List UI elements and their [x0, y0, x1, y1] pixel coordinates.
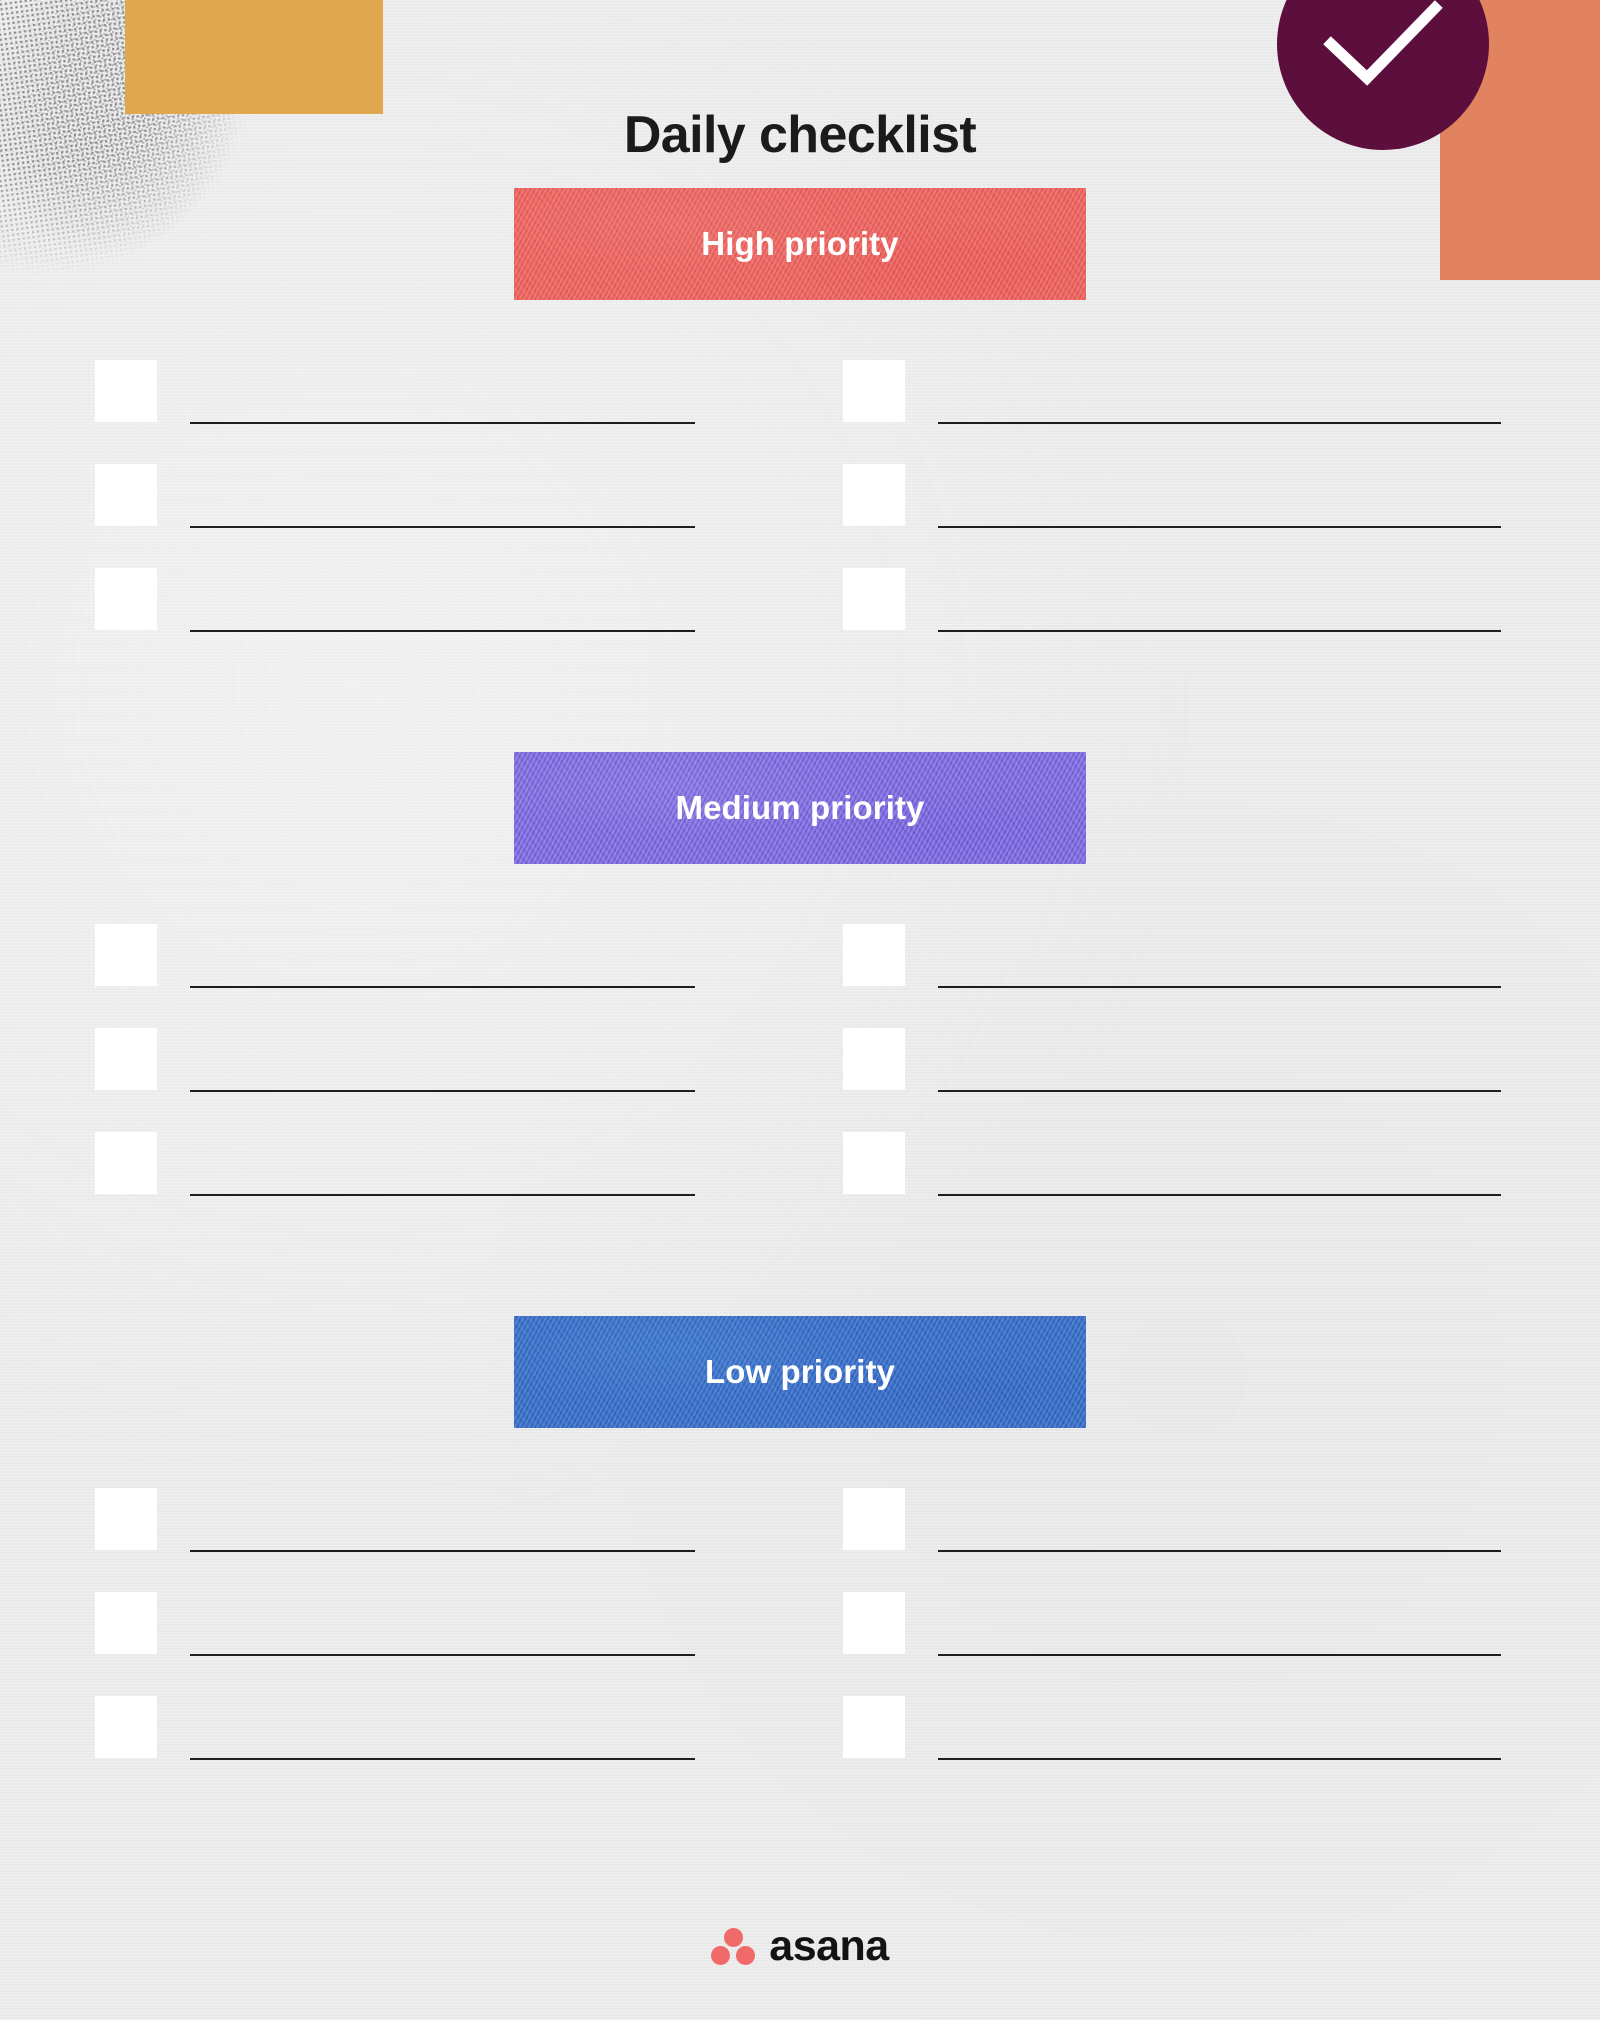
checkbox[interactable] — [843, 1488, 905, 1550]
checkbox[interactable] — [95, 360, 157, 422]
list-item[interactable] — [843, 1022, 1501, 1126]
checklist-column-left — [95, 354, 695, 666]
write-in-line[interactable] — [190, 526, 695, 528]
asana-wordmark: asana — [769, 1922, 889, 1970]
checklist-page: Daily checklist High priority Medium pri… — [0, 0, 1600, 2020]
checklist-column-left — [95, 1482, 695, 1794]
list-item[interactable] — [95, 1482, 695, 1586]
checkbox[interactable] — [95, 1028, 157, 1090]
write-in-line[interactable] — [190, 1550, 695, 1552]
write-in-line[interactable] — [938, 1090, 1501, 1092]
write-in-line[interactable] — [938, 1194, 1501, 1196]
write-in-line[interactable] — [190, 1654, 695, 1656]
list-item[interactable] — [843, 1482, 1501, 1586]
list-item[interactable] — [95, 1022, 695, 1126]
write-in-line[interactable] — [190, 422, 695, 424]
write-in-line[interactable] — [938, 1550, 1501, 1552]
asana-logo-dot-bottom-left — [711, 1945, 731, 1965]
checkbox[interactable] — [95, 1132, 157, 1194]
checklist-rows-low — [0, 1482, 1600, 1794]
banner-label: Medium priority — [675, 789, 925, 826]
checkbox[interactable] — [843, 924, 905, 986]
banner-low-priority: Low priority — [514, 1316, 1086, 1428]
write-in-line[interactable] — [938, 630, 1501, 632]
checkbox[interactable] — [843, 1132, 905, 1194]
list-item[interactable] — [95, 1126, 695, 1230]
list-item[interactable] — [843, 1690, 1501, 1794]
checkbox[interactable] — [843, 1696, 905, 1758]
section-medium-priority: Medium priority — [0, 752, 1600, 1230]
checkbox[interactable] — [95, 924, 157, 986]
footer-brand: asana — [0, 1925, 1600, 1968]
write-in-line[interactable] — [938, 422, 1501, 424]
checklist-rows-medium — [0, 918, 1600, 1230]
asana-logo-icon — [711, 1927, 756, 1966]
asana-logo-dot-top — [723, 1927, 743, 1947]
checkbox[interactable] — [843, 464, 905, 526]
page-title: Daily checklist — [623, 105, 977, 164]
write-in-line[interactable] — [938, 986, 1501, 988]
section-low-priority: Low priority — [0, 1316, 1600, 1794]
list-item[interactable] — [95, 1690, 695, 1794]
asana-logo-dot-bottom-right — [736, 1945, 756, 1965]
write-in-line[interactable] — [190, 1758, 695, 1760]
banner-medium-priority: Medium priority — [514, 752, 1086, 864]
checklist-column-left — [95, 918, 695, 1230]
banner-label: Low priority — [704, 1353, 896, 1390]
checkbox[interactable] — [95, 568, 157, 630]
list-item[interactable] — [95, 458, 695, 562]
list-item[interactable] — [843, 458, 1501, 562]
checklist-rows-high — [0, 354, 1600, 666]
banner-label: High priority — [701, 225, 899, 262]
checkmark-icon — [1323, 0, 1443, 86]
list-item[interactable] — [843, 354, 1501, 458]
list-item[interactable] — [843, 918, 1501, 1022]
checkbox[interactable] — [843, 1028, 905, 1090]
mustard-rectangle-decoration — [125, 0, 383, 114]
write-in-line[interactable] — [190, 630, 695, 632]
checkbox[interactable] — [95, 1592, 157, 1654]
checklist-column-right — [843, 354, 1501, 666]
write-in-line[interactable] — [190, 986, 695, 988]
write-in-line[interactable] — [938, 1758, 1501, 1760]
list-item[interactable] — [95, 354, 695, 458]
list-item[interactable] — [95, 562, 695, 666]
list-item[interactable] — [843, 562, 1501, 666]
checkbox[interactable] — [843, 568, 905, 630]
checkbox[interactable] — [95, 464, 157, 526]
banner-high-priority: High priority — [514, 188, 1086, 300]
write-in-line[interactable] — [190, 1194, 695, 1196]
list-item[interactable] — [843, 1586, 1501, 1690]
checklist-column-right — [843, 1482, 1501, 1794]
checkbox[interactable] — [95, 1696, 157, 1758]
list-item[interactable] — [843, 1126, 1501, 1230]
section-high-priority: High priority — [0, 188, 1600, 666]
write-in-line[interactable] — [190, 1090, 695, 1092]
write-in-line[interactable] — [938, 1654, 1501, 1656]
checkbox[interactable] — [95, 1488, 157, 1550]
checklist-column-right — [843, 918, 1501, 1230]
list-item[interactable] — [95, 1586, 695, 1690]
write-in-line[interactable] — [938, 526, 1501, 528]
checkbox[interactable] — [843, 1592, 905, 1654]
list-item[interactable] — [95, 918, 695, 1022]
checkbox[interactable] — [843, 360, 905, 422]
